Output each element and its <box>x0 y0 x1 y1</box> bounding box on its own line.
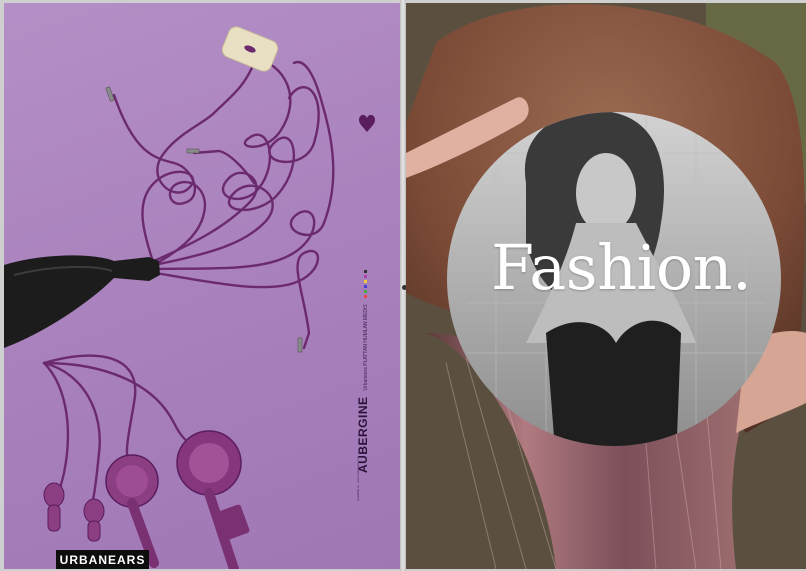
color-swatches <box>364 270 367 299</box>
advert-illustration <box>4 26 376 569</box>
audio-plugs <box>105 86 303 353</box>
cork <box>221 26 279 72</box>
wine-bottle <box>4 255 160 348</box>
left-page-advert: URBANEARS AUBERGINE Urbanears PLATTAN HU… <box>4 3 400 569</box>
heart-icon <box>358 114 376 132</box>
fine-print: Available at · www.urbanears.com <box>356 455 360 501</box>
urbanears-logo: URBANEARS <box>56 550 149 569</box>
product-tagline: AUBERGINE Urbanears PLATTAN HUMLAN MEDIS <box>356 270 370 473</box>
product-small-copy: Urbanears PLATTAN HUMLAN MEDIS <box>363 304 369 391</box>
magazine-spread: URBANEARS AUBERGINE Urbanears PLATTAN HU… <box>0 0 806 571</box>
section-title: Fashion. <box>491 231 752 304</box>
